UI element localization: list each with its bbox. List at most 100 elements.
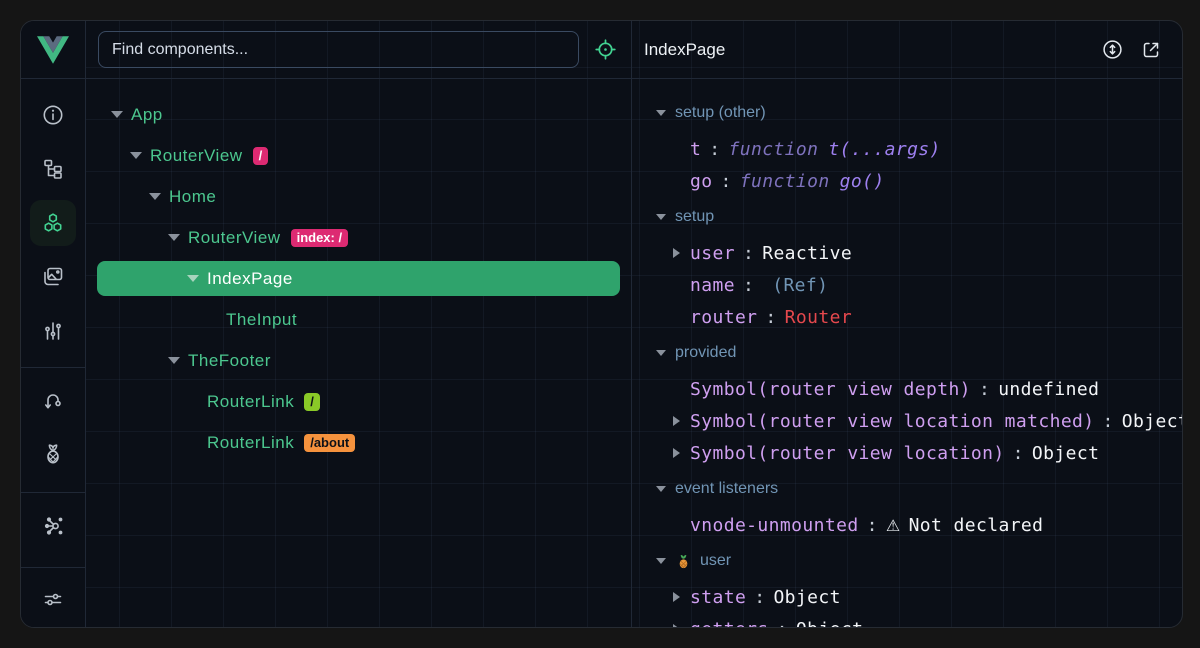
section-header[interactable]: setup	[632, 197, 1182, 237]
state-key: Symbol(router view location)	[690, 443, 1005, 464]
state-row[interactable]: go:functiongo()	[632, 165, 1182, 197]
state-row[interactable]: vnode-unmounted:⚠Not declared	[632, 509, 1182, 541]
component-name: RouterLink	[207, 433, 294, 453]
chevron-down-icon[interactable]	[168, 357, 180, 364]
router-icon	[41, 388, 65, 412]
info-icon	[41, 103, 65, 127]
chevron-down-icon[interactable]	[168, 234, 180, 241]
state-row[interactable]: router:Router	[632, 301, 1182, 333]
state-row[interactable]: user:Reactive	[632, 237, 1182, 269]
sidebar-item-pinia[interactable]	[21, 427, 85, 481]
chevron-down-icon[interactable]	[149, 193, 161, 200]
hierarchy-icon	[41, 157, 65, 181]
tree-node[interactable]: RouterLink /	[86, 381, 631, 422]
state-value: Reactive	[762, 243, 852, 264]
state-row[interactable]: Symbol(router view location matched):Obj…	[632, 405, 1182, 437]
sidebar-divider	[21, 567, 85, 568]
sidebar-item-assets[interactable]	[21, 250, 85, 304]
state-value: Object	[1122, 411, 1182, 432]
sidebar-item-settings[interactable]	[21, 572, 85, 626]
tree-node[interactable]: RouterViewindex: /	[86, 217, 631, 258]
timeline-icon	[41, 319, 65, 343]
chevron-down-icon[interactable]	[656, 558, 666, 564]
chevron-down-icon[interactable]	[656, 486, 666, 492]
state-key: user	[690, 243, 735, 264]
tree-node[interactable]: RouterView/	[86, 135, 631, 176]
key-value-separator: :	[765, 307, 776, 328]
sidebar-item-timeline[interactable]	[21, 304, 85, 358]
chevron-down-icon[interactable]	[130, 152, 142, 159]
chevron-right-icon[interactable]	[673, 248, 690, 258]
sidebar-item-hierarchy[interactable]	[21, 142, 85, 196]
scroll-to-icon	[1101, 38, 1124, 61]
state-value: Object	[773, 587, 840, 608]
settings-sliders-icon	[41, 587, 65, 611]
key-value-separator: :	[709, 139, 720, 160]
key-value-separator: :	[867, 515, 878, 536]
route-badge: /	[304, 393, 320, 411]
warning-icon: ⚠	[886, 516, 901, 535]
tree-node[interactable]: TheInput	[86, 299, 631, 340]
sidebar-item-router[interactable]	[21, 373, 85, 427]
section-header[interactable]: provided	[632, 333, 1182, 373]
sidebar-item-overview[interactable]	[21, 88, 85, 142]
key-value-separator: :	[1103, 411, 1114, 432]
locate-component-button[interactable]	[592, 36, 619, 63]
search-input[interactable]	[98, 31, 579, 68]
key-value-separator: :	[777, 619, 788, 628]
component-tree-panel: App RouterView/HomeRouterViewindex: /Inde…	[86, 21, 632, 627]
route-badge: /	[253, 147, 269, 165]
section-header[interactable]: setup (other)	[632, 93, 1182, 133]
sidebar-divider	[21, 367, 85, 368]
chevron-right-icon[interactable]	[673, 624, 690, 627]
state-key: state	[690, 587, 746, 608]
state-key: t	[690, 139, 701, 160]
tree-node[interactable]: TheFooter	[86, 340, 631, 381]
state-inspector: setup (other)t:functiont(...args)go:func…	[632, 79, 1182, 627]
chevron-right-icon[interactable]	[673, 448, 690, 458]
key-value-separator: :	[743, 275, 754, 296]
sidebar-item-graph[interactable]	[21, 499, 85, 553]
key-value-separator: :	[979, 379, 990, 400]
chevron-down-icon[interactable]	[187, 275, 199, 282]
tree-node[interactable]: Home	[86, 176, 631, 217]
state-row[interactable]: state: Object	[632, 581, 1182, 613]
section-label: user	[700, 552, 731, 570]
search-bar	[86, 21, 631, 79]
sidebar-item-components[interactable]	[21, 196, 85, 250]
section-label: event listeners	[675, 480, 778, 498]
component-tree: App RouterView/HomeRouterViewindex: /Inde…	[86, 79, 631, 627]
tree-node[interactable]: App	[86, 94, 631, 135]
state-row[interactable]: Symbol(router view depth):undefined	[632, 373, 1182, 405]
external-link-icon	[1140, 39, 1162, 61]
function-keyword: function	[740, 171, 830, 192]
crosshair-icon	[592, 36, 619, 63]
tree-node[interactable]: IndexPage	[97, 261, 620, 296]
key-value-separator: :	[754, 587, 765, 608]
key-value-separator: :	[1013, 443, 1024, 464]
tree-node[interactable]: RouterLink/about	[86, 422, 631, 463]
components-icon	[41, 211, 65, 235]
chevron-down-icon[interactable]	[656, 214, 666, 220]
state-row[interactable]: t:functiont(...args)	[632, 133, 1182, 165]
scroll-to-component-button[interactable]	[1101, 38, 1124, 61]
section-label: setup	[675, 208, 714, 226]
state-value: undefined	[998, 379, 1099, 400]
open-in-editor-button[interactable]	[1140, 39, 1162, 61]
inspector-panel: IndexPage setup (other)t:functiont(...ar…	[632, 21, 1182, 627]
devtools-window: AppRouterView/HomeRouterViewindex: /Inde…	[20, 20, 1183, 628]
chevron-down-icon[interactable]	[111, 111, 123, 118]
state-row[interactable]: Symbol(router view location):Object	[632, 437, 1182, 469]
inspected-component-title: IndexPage	[644, 40, 1085, 60]
section-header[interactable]: user	[632, 541, 1182, 581]
component-name: RouterLink	[207, 392, 294, 412]
chevron-right-icon[interactable]	[673, 416, 690, 426]
section-header[interactable]: event listeners	[632, 469, 1182, 509]
state-row[interactable]: getters:Object	[632, 613, 1182, 627]
pineapple-icon	[675, 553, 692, 570]
chevron-down-icon[interactable]	[656, 110, 666, 116]
component-name: App	[131, 105, 163, 125]
state-row[interactable]: name:(Ref)	[632, 269, 1182, 301]
chevron-down-icon[interactable]	[656, 350, 666, 356]
chevron-right-icon[interactable]	[673, 592, 690, 602]
